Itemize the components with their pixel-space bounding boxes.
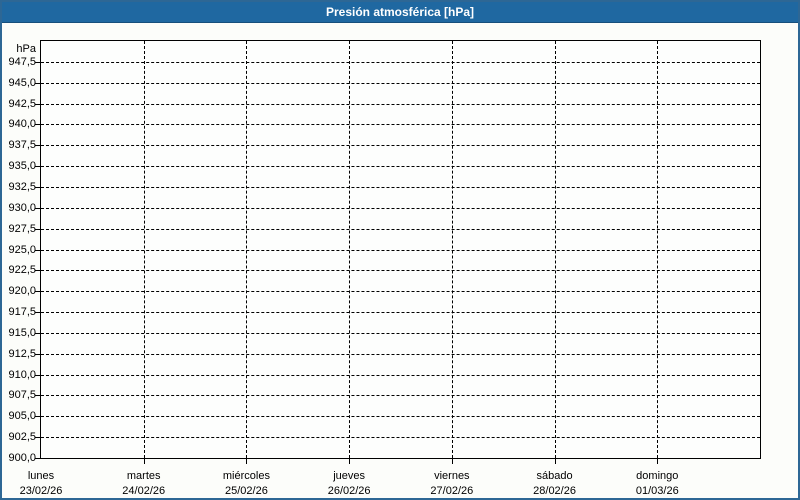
x-label-day: viernes xyxy=(434,470,470,482)
y-tick-label: 947,5 xyxy=(8,55,36,68)
y-gridline xyxy=(41,353,760,355)
y-gridline xyxy=(41,312,760,314)
x-tick xyxy=(143,459,145,464)
x-label-day: lunes xyxy=(27,470,55,482)
y-tick-label: 902,5 xyxy=(8,431,36,444)
y-gridline xyxy=(41,207,760,209)
y-gridline xyxy=(41,103,760,105)
x-label-date: 01/03/26 xyxy=(635,485,679,497)
y-tick-label: 932,5 xyxy=(8,180,36,193)
y-tick-label: 905,0 xyxy=(8,410,36,423)
x-label-date: 26/02/26 xyxy=(327,485,371,497)
y-gridline xyxy=(41,124,760,126)
x-tick-label: martes 24/02/26 xyxy=(122,469,166,498)
pressure-chart-window: Presión atmosférica [hPa] hPa 900,0 902,5… xyxy=(0,0,800,500)
x-gridline xyxy=(554,41,556,458)
x-tick xyxy=(349,459,351,464)
y-gridline xyxy=(41,145,760,147)
y-tick-label: 912,5 xyxy=(8,347,36,360)
y-gridline xyxy=(41,249,760,251)
x-tick xyxy=(451,459,453,464)
x-gridline xyxy=(246,41,248,458)
y-gridline xyxy=(41,374,760,376)
x-label-date: 28/02/26 xyxy=(533,485,576,497)
x-gridline xyxy=(451,41,453,458)
y-gridline xyxy=(41,395,760,397)
x-label-date: 24/02/26 xyxy=(122,485,166,497)
x-label-date: 25/02/26 xyxy=(225,485,268,497)
x-gridline xyxy=(657,41,659,458)
y-tick-label: 925,0 xyxy=(8,243,36,256)
y-tick-label: 915,0 xyxy=(8,326,36,339)
x-label-day: jueves xyxy=(333,470,366,482)
y-tick-label: 922,5 xyxy=(8,264,36,277)
y-gridline xyxy=(41,186,760,188)
y-gridline xyxy=(41,270,760,272)
y-tick-label: 942,5 xyxy=(8,97,36,110)
x-label-day: sábado xyxy=(536,470,573,482)
y-gridline xyxy=(41,61,760,63)
x-tick-label: miércoles 25/02/26 xyxy=(222,469,270,498)
y-gridline xyxy=(41,437,760,439)
y-tick-label: 930,0 xyxy=(8,201,36,214)
x-tick-label: viernes 27/02/26 xyxy=(430,469,474,498)
x-tick-label: jueves 26/02/26 xyxy=(327,469,371,498)
x-tick-label: lunes 23/02/26 xyxy=(19,469,63,498)
x-tick xyxy=(554,459,556,464)
y-tick-label: 927,5 xyxy=(8,222,36,235)
y-tick-label: 900,0 xyxy=(8,452,36,464)
y-tick-label: 935,0 xyxy=(8,160,36,173)
chart-title: Presión atmosférica [hPa] xyxy=(325,5,475,19)
y-axis-unit-label: hPa xyxy=(16,43,36,55)
y-gridline xyxy=(41,82,760,84)
x-label-day: miércoles xyxy=(222,470,270,482)
y-tick-label: 920,0 xyxy=(8,285,36,298)
y-gridline xyxy=(41,332,760,334)
x-label-date: 27/02/26 xyxy=(430,485,474,497)
chart-title-bar: Presión atmosférica [hPa] xyxy=(2,2,798,23)
x-gridline xyxy=(143,41,145,458)
plot-area xyxy=(35,40,761,464)
x-tick-label: domingo 01/03/26 xyxy=(635,469,679,498)
y-gridline xyxy=(41,416,760,418)
x-tick xyxy=(246,459,248,464)
y-gridline xyxy=(41,166,760,168)
y-tick-label: 910,0 xyxy=(8,368,36,381)
y-tick-label: 907,5 xyxy=(8,389,36,402)
y-gridline xyxy=(41,228,760,230)
x-tick-label: sábado 28/02/26 xyxy=(533,469,576,498)
y-tick-label: 937,5 xyxy=(8,139,36,152)
y-gridline xyxy=(41,291,760,293)
x-gridline xyxy=(349,41,351,458)
y-tick-label: 940,0 xyxy=(8,118,36,131)
y-tick-label: 917,5 xyxy=(8,306,36,319)
x-label-day: martes xyxy=(126,470,161,482)
y-tick-label: 945,0 xyxy=(8,76,36,89)
x-label-day: domingo xyxy=(636,470,679,482)
x-label-date: 23/02/26 xyxy=(19,485,63,497)
x-tick xyxy=(657,459,659,464)
